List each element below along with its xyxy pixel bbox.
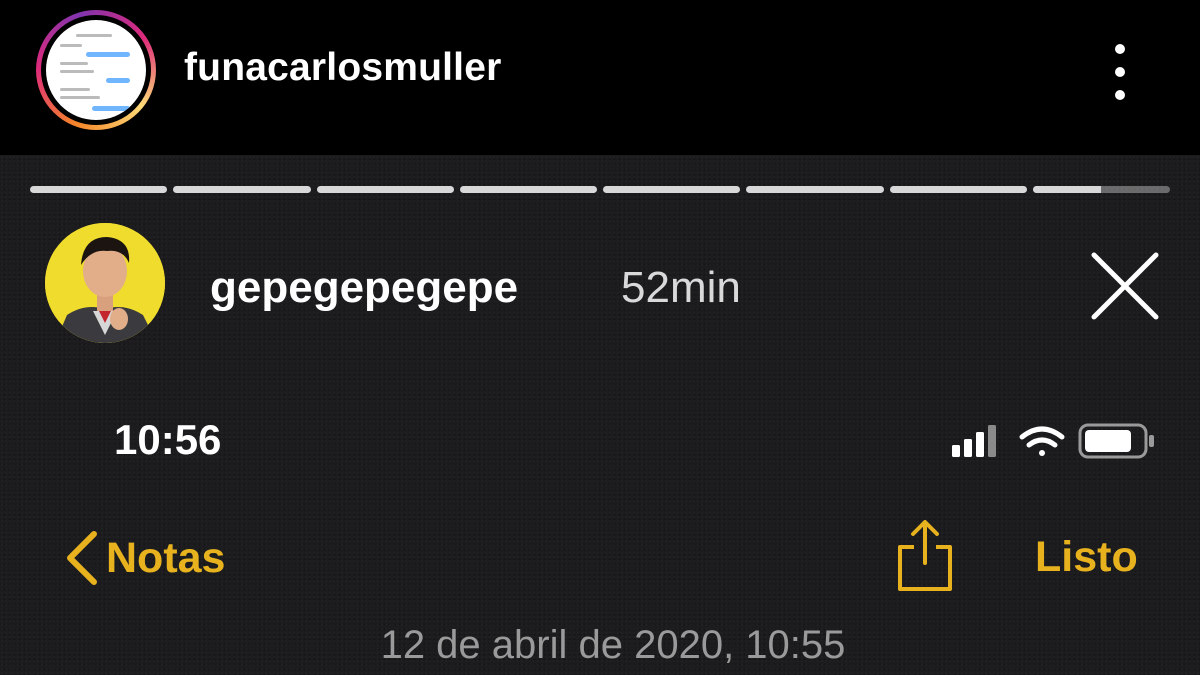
wifi-icon bbox=[1019, 426, 1065, 456]
story-progress-segment bbox=[1032, 186, 1170, 193]
story-progress-segment bbox=[746, 186, 884, 193]
close-icon[interactable] bbox=[1090, 251, 1160, 321]
cellular-signal-icon bbox=[952, 425, 996, 457]
chevron-left-icon bbox=[67, 531, 97, 585]
status-bar-time: 10:56 bbox=[114, 416, 222, 463]
story-progress-segment bbox=[603, 186, 741, 193]
share-icon[interactable] bbox=[892, 517, 958, 593]
story-progress-bar bbox=[30, 186, 1170, 194]
story-progress-segment bbox=[316, 186, 454, 193]
story-progress-segment bbox=[30, 186, 168, 193]
done-button[interactable]: Listo bbox=[1035, 533, 1138, 582]
back-label: Notas bbox=[106, 533, 226, 582]
story-progress-segment bbox=[173, 186, 311, 193]
story-progress-segment bbox=[459, 186, 597, 193]
note-date: 12 de abril de 2020, 10:55 bbox=[380, 623, 846, 667]
poster-username[interactable]: gepegepegepe bbox=[210, 263, 518, 313]
more-vertical-icon[interactable] bbox=[1112, 44, 1128, 100]
battery-icon bbox=[1078, 423, 1154, 459]
avatar-thumbnail bbox=[46, 20, 146, 120]
post-timestamp: 52min bbox=[621, 263, 741, 312]
back-button[interactable]: Notas bbox=[62, 528, 225, 588]
status-bar-icons bbox=[950, 421, 1160, 461]
profile-avatar[interactable] bbox=[36, 10, 156, 130]
profile-header: funacarlosmuller bbox=[0, 0, 1200, 155]
poster-avatar[interactable] bbox=[45, 223, 165, 343]
story-progress-segment bbox=[889, 186, 1027, 193]
profile-username[interactable]: funacarlosmuller bbox=[184, 46, 501, 90]
story-view: gepegepegepe 52min 10:56 Notas Listo 12 … bbox=[0, 155, 1200, 675]
